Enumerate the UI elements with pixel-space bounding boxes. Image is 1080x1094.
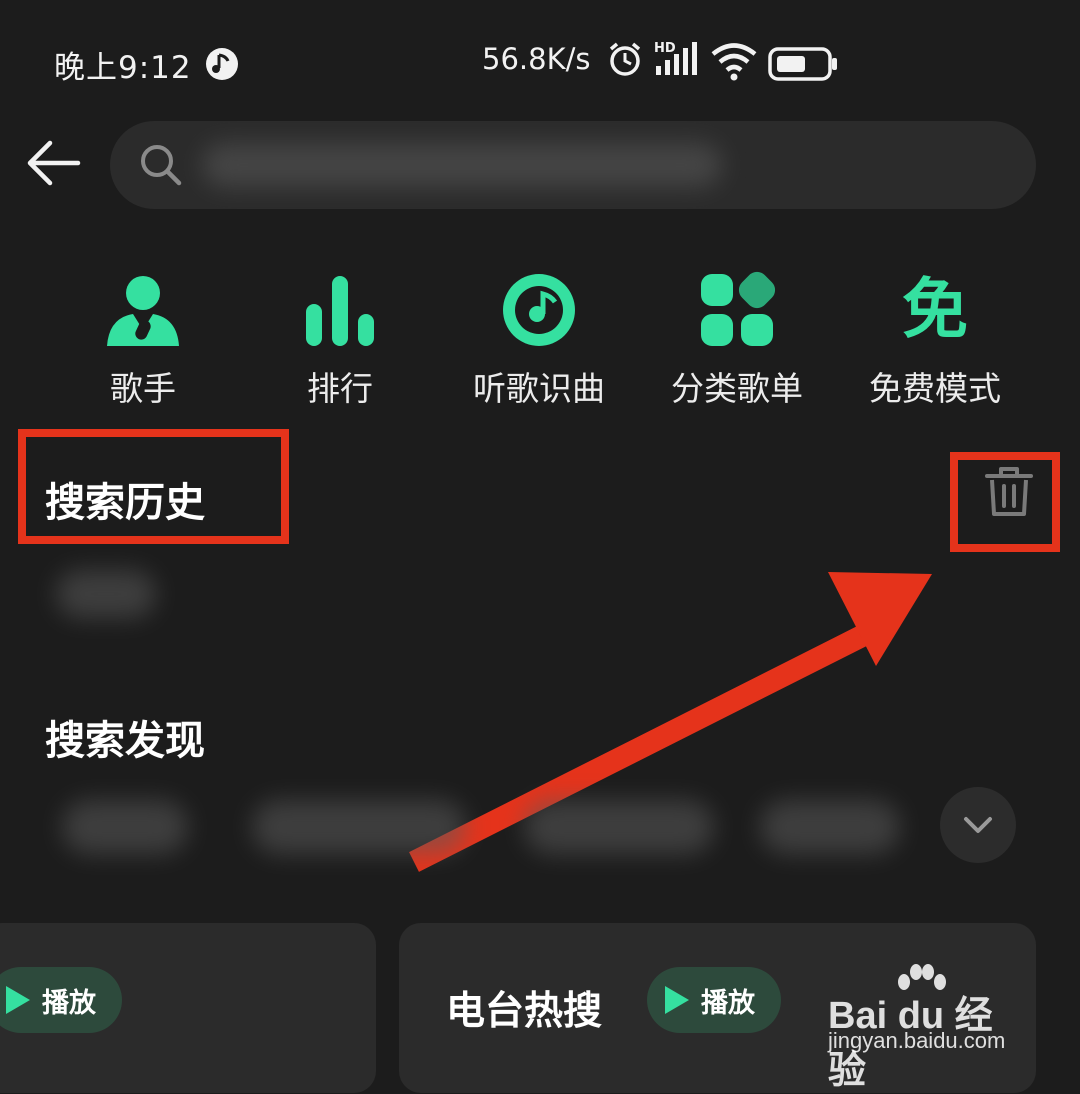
discover-tag[interactable] (524, 800, 714, 854)
status-time: 晚上9:12 (54, 50, 192, 86)
search-input[interactable] (110, 121, 1036, 209)
search-icon (141, 145, 182, 186)
music-indicator-icon (206, 48, 238, 80)
play-label: 播放 (42, 987, 96, 1019)
expand-button[interactable] (940, 787, 1016, 863)
annotation-box-history (18, 429, 289, 544)
nav-free-mode[interactable]: 免 免费模式 (845, 270, 1025, 410)
discover-tag[interactable] (252, 800, 466, 854)
nav-label: 排行 (307, 369, 373, 408)
chevron-down-icon (964, 817, 992, 833)
network-speed: 56.8K/s (482, 42, 591, 76)
svg-text:HD: HD (654, 41, 676, 56)
free-mode-icon: 免 (902, 271, 968, 348)
play-button[interactable]: 播放 (647, 967, 781, 1033)
nav-label: 分类歌单 (671, 369, 803, 408)
baidu-watermark: Bai du 经验 jingyan.baidu.com (828, 964, 1028, 1092)
history-item[interactable] (56, 570, 156, 618)
nav-category-playlist[interactable]: 分类歌单 (647, 270, 827, 410)
nav-label: 听歌识曲 (473, 369, 605, 408)
nav-label: 歌手 (110, 369, 176, 408)
music-recognition-icon (503, 274, 575, 346)
nav-singer[interactable]: 歌手 (53, 270, 233, 410)
singer-icon (107, 276, 179, 346)
nav-label: 免费模式 (869, 369, 1001, 408)
play-button[interactable]: 播放 (0, 967, 122, 1033)
blurred-search-text (202, 143, 722, 187)
play-icon (6, 986, 30, 1014)
discover-tag[interactable] (62, 800, 188, 854)
watermark-url: jingyan.baidu.com (828, 1028, 1006, 1053)
play-icon (665, 986, 689, 1014)
chart-bars-icon (306, 276, 374, 346)
annotation-box-trash (950, 452, 1060, 552)
hd-signal-icon: HD (654, 41, 697, 75)
category-grid-icon (701, 271, 776, 346)
battery-icon (768, 47, 837, 81)
nav-chart[interactable]: 排行 (250, 270, 430, 410)
card-left[interactable]: 播放 (0, 923, 376, 1093)
search-discover-title: 搜索发现 (45, 718, 205, 764)
back-arrow-icon[interactable] (24, 132, 86, 194)
nav-music-recognition[interactable]: 听歌识曲 (449, 270, 629, 410)
discover-tag[interactable] (760, 800, 900, 854)
card-title: 电台热搜 (446, 989, 603, 1034)
play-label: 播放 (701, 987, 755, 1019)
wifi-icon (711, 43, 757, 81)
alarm-icon (609, 42, 641, 76)
